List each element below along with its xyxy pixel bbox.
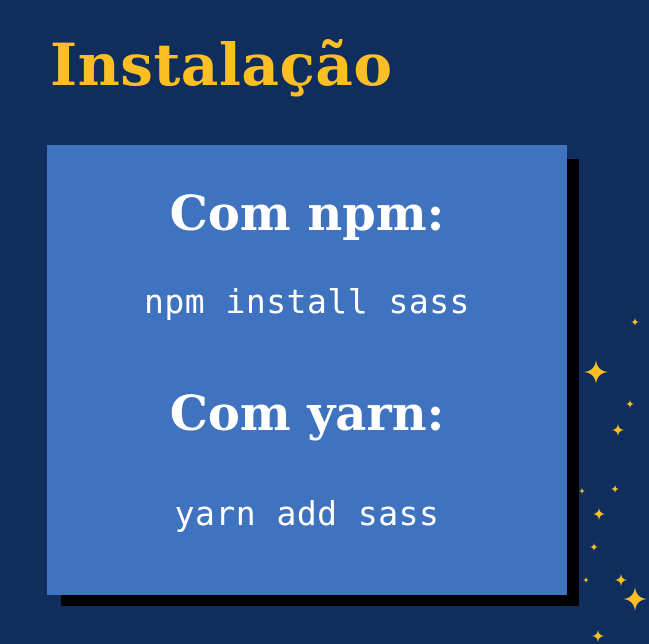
sparkle-star-icon [631,318,639,326]
yarn-heading: Com yarn: [169,386,445,442]
sparkle-star-icon [615,574,627,586]
slide: Instalação Com npm: npm install sass Com… [0,0,649,644]
sparkle-star-icon [592,630,604,642]
page-title: Instalação [50,31,393,99]
sparkle-star-icon [584,360,608,384]
installation-card: Com npm: npm install sass Com yarn: yarn… [47,145,567,595]
sparkle-star-icon [579,488,585,494]
yarn-command: yarn add sass [174,494,440,533]
sparkle-star-icon [626,400,634,408]
sparkle-star-icon [583,577,589,583]
sparkle-star-icon [612,424,624,436]
sparkle-star-icon [611,485,619,493]
sparkle-star-icon [593,508,605,520]
npm-heading: Com npm: [169,186,445,242]
sparkle-star-icon [590,543,598,551]
npm-command: npm install sass [144,282,470,321]
sparkle-star-icon [623,587,647,611]
